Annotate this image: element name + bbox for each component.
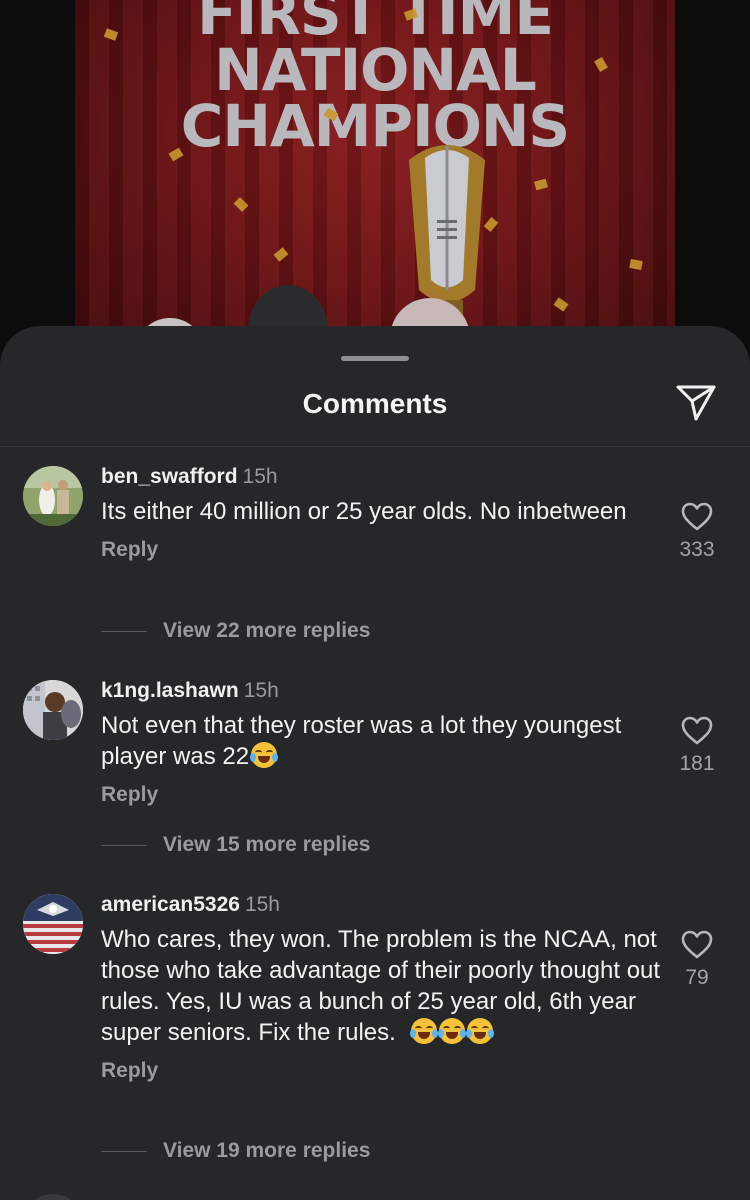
view-replies-label: View 19 more replies [163,1139,371,1162]
view-replies-button[interactable]: View 15 more replies [101,833,370,857]
confetti [553,297,569,312]
like-count: 79 [685,966,709,989]
replies-line [101,630,147,632]
sheet-title: Comments [302,388,448,419]
username[interactable]: ben_swafford [101,465,238,488]
avatar[interactable] [23,894,83,954]
view-replies-label: View 22 more replies [163,619,371,642]
sheet-grabber-handle[interactable] [341,356,409,361]
confetti [273,247,289,262]
like-column: 181 [660,716,734,776]
divider [0,446,750,447]
comment-body: american5326 15h Who cares, they won. The… [101,892,661,1084]
avatar[interactable] [23,680,83,740]
heart-icon[interactable] [681,716,713,745]
comment-header: k1ng.lashawn 15h [101,678,661,704]
crying-face-emoji-icon [250,742,279,768]
avatar-photo [23,894,83,954]
replies-line [101,1150,147,1152]
timestamp: 15h [242,465,278,488]
post-title-line-2: NATIONAL [214,36,537,104]
heart-icon[interactable] [681,930,713,959]
avatar-photo [23,466,83,526]
paper-plane-icon [676,385,716,421]
username[interactable]: k1ng.lashawn [101,679,239,702]
comment-body: ben_swafford 15h Its either 40 million or… [101,464,661,563]
view-replies-label: View 15 more replies [163,833,371,856]
comment-text: Who cares, they won. The problem is the … [101,926,661,1046]
laughing-tears-emoji-icon [466,1018,495,1044]
like-column: 333 [660,502,734,562]
laughing-tears-emoji-icon [410,1018,439,1044]
reply-button[interactable]: Reply [101,782,661,808]
comment-text: Its either 40 million or 25 year olds. N… [101,498,627,525]
confetti [233,197,249,212]
comment-text: Not even that they roster was a lot they… [101,712,622,770]
username[interactable]: american5326 [101,893,240,916]
avatar[interactable] [23,466,83,526]
share-button[interactable] [672,378,720,426]
timestamp: 15h [243,679,279,702]
replies-line [101,844,147,846]
post-image: FIRST TIME NATIONAL CHAMPIONS [75,0,675,380]
comment-body: k1ng.lashawn 15h Not even that they roste… [101,678,661,808]
timestamp: 15h [244,893,280,916]
post-title-text: FIRST TIME NATIONAL CHAMPIONS [75,0,675,160]
comment-header: ben_swafford 15h [101,464,661,490]
view-replies-button[interactable]: View 22 more replies [101,619,370,643]
post-title-line-3: CHAMPIONS [180,92,570,160]
comment-text-block: Who cares, they won. The problem is the … [101,924,661,1048]
like-column: 79 [660,930,734,990]
comments-sheet: Comments ben_swafford 15h Its either 40 … [0,326,750,1200]
heart-icon[interactable] [681,502,713,531]
avatar-photo [23,680,83,740]
view-replies-button[interactable]: View 19 more replies [101,1139,370,1163]
comment-header: american5326 15h [101,892,661,918]
laughing-tears-emoji-icon [438,1018,467,1044]
confetti [534,178,548,191]
confetti [629,259,643,270]
like-count: 181 [679,752,715,775]
like-count: 333 [679,538,715,561]
reply-button[interactable]: Reply [101,537,661,563]
reply-button[interactable]: Reply [101,1058,661,1084]
app-screen: FIRST TIME NATIONAL CHAMPIONS Comments b… [0,0,750,1200]
comment-text-block: Not even that they roster was a lot they… [101,710,661,772]
avatar[interactable] [23,1194,83,1200]
